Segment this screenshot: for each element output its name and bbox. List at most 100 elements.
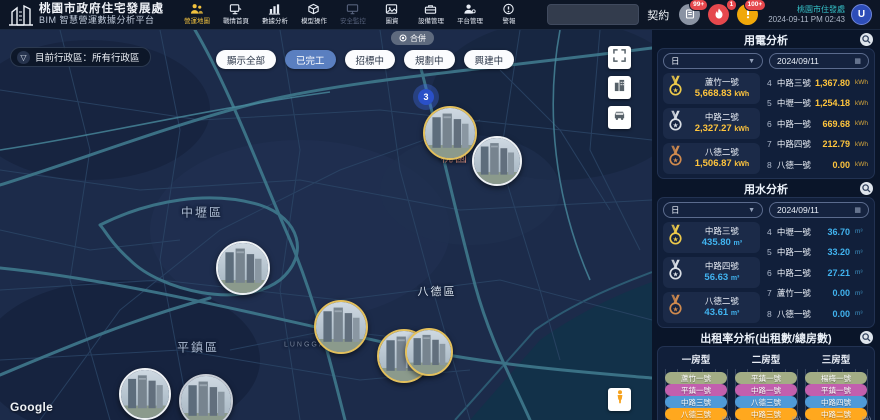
- building-marker-2[interactable]: [472, 136, 522, 186]
- rental-bar[interactable]: 平鎮一號: [665, 384, 727, 396]
- nav-item-2[interactable]: 戰情首頁: [217, 0, 254, 30]
- app-logo: 桃園市政府住宅發展處 BIM 智慧營運數據分析平台: [0, 3, 164, 27]
- nav-item-1[interactable]: 營運地圖: [178, 0, 215, 30]
- usage-value: 36.70: [814, 227, 850, 237]
- fullscreen-map-button[interactable]: [608, 46, 631, 69]
- rank-number: 5: [765, 247, 774, 257]
- rental-bar[interactable]: 中路二號: [805, 408, 867, 420]
- electricity-rank-row-4[interactable]: 4中路三號1,367.80kWh: [765, 74, 869, 91]
- user-gear-icon: [463, 3, 476, 15]
- main-nav: 營運地圖戰情首頁數據分析模型操作安全監控圖資設備管理平台管理警報: [178, 0, 527, 30]
- car-map-button[interactable]: [608, 106, 631, 129]
- electricity-rank-row-6[interactable]: 6中路一號669.68kWh: [765, 115, 869, 132]
- building-name: 中路二號: [688, 112, 756, 123]
- water-rank-row-6[interactable]: 6中路二號27.21m³: [765, 264, 869, 281]
- usage-value: 2,327.27 kWh: [688, 123, 756, 135]
- electricity-rank-row-7[interactable]: 7中路四號212.79kWh: [765, 136, 869, 153]
- model-cube-icon: [307, 3, 320, 15]
- building-marker-8[interactable]: [179, 374, 233, 420]
- rental-title: 出租率分析(出租數/總房數): [700, 330, 831, 346]
- nav-item-9[interactable]: 警報: [490, 0, 527, 30]
- nav-item-8[interactable]: 平台管理: [451, 0, 488, 30]
- fire-alarm-badge-button[interactable]: 1: [708, 4, 729, 25]
- building-marker-7[interactable]: [119, 368, 171, 420]
- nav-item-3[interactable]: 數據分析: [256, 0, 293, 30]
- water-medal-3[interactable]: ★八德二號43.61 m³: [663, 292, 760, 323]
- water-date-picker[interactable]: 2024/09/11▦: [769, 202, 869, 218]
- usage-unit: kWh: [855, 100, 869, 107]
- electricity-medal-3[interactable]: ★八德二號1,506.87 kWh: [663, 143, 760, 174]
- building-name: 中路三號: [688, 226, 756, 237]
- map-background: [0, 30, 652, 420]
- medal-icon: ★: [667, 74, 684, 103]
- pegman-map-button[interactable]: [608, 388, 631, 411]
- usage-value: 212.79: [814, 139, 850, 149]
- warning-badge-button[interactable]: 100+: [737, 4, 758, 25]
- merge-toggle[interactable]: 合併: [391, 31, 434, 45]
- water-period-select[interactable]: 日▼: [663, 202, 763, 218]
- gridline: [867, 369, 868, 420]
- water-rank-row-8[interactable]: 8八德一號0.00m³: [765, 305, 869, 322]
- rental-bar[interactable]: 中路三號: [735, 408, 797, 420]
- current-district-button[interactable]: ▽ 目前行政區：所有行政區: [10, 47, 151, 67]
- rental-bar[interactable]: 八德三號: [735, 396, 797, 408]
- usage-unit: m³: [855, 290, 869, 297]
- usage-unit: kWh: [855, 120, 869, 127]
- electricity-zoom-icon[interactable]: [860, 33, 873, 46]
- rental-bar[interactable]: 蘆竹一號: [665, 372, 727, 384]
- map-canvas[interactable]: 桃園中壢區平鎮區八德區LUNGGANG 3 ▽ 目前行政區：所有行政區 合併 顯…: [0, 30, 652, 420]
- electricity-rank-row-5[interactable]: 5中壢一號1,254.18kWh: [765, 95, 869, 112]
- building-name: 八德一號: [777, 308, 811, 320]
- rental-bar[interactable]: 八德三號: [665, 408, 727, 420]
- filter-chip-3[interactable]: 招標中: [345, 50, 396, 69]
- nav-item-6[interactable]: 圖資: [373, 0, 410, 30]
- electricity-rank-row-8[interactable]: 8八德一號0.00kWh: [765, 156, 869, 173]
- building-marker-4[interactable]: [314, 300, 368, 354]
- rental-zoom-icon[interactable]: [860, 331, 873, 344]
- rental-bar[interactable]: 楊梅一號: [805, 372, 867, 384]
- filter-chip-4[interactable]: 規劃中: [404, 50, 455, 69]
- water-medal-2[interactable]: ★中路四號56.63 m³: [663, 257, 760, 288]
- building-name: 中路二號: [777, 267, 811, 279]
- contract-doc-badge-button[interactable]: 99+: [679, 4, 700, 25]
- usage-value: 1,367.80: [814, 78, 850, 88]
- nav-item-4[interactable]: 模型操作: [295, 0, 332, 30]
- header-search-input[interactable]: [547, 4, 639, 25]
- building-name: 八德一號: [777, 159, 811, 171]
- rental-column-1: 一房型蘆竹一號平鎮一號中路三號八德三號(%)020406080100: [665, 352, 727, 420]
- user-avatar[interactable]: U: [851, 4, 872, 25]
- svg-text:★: ★: [672, 236, 678, 243]
- water-rank-row-4[interactable]: 4中壢一號36.70m³: [765, 223, 869, 240]
- building-marker-3[interactable]: [216, 241, 270, 295]
- filter-chip-5[interactable]: 興建中: [464, 50, 515, 69]
- rental-bar[interactable]: 中路三號: [665, 396, 727, 408]
- water-rank-row-5[interactable]: 5中路一號33.20m³: [765, 244, 869, 261]
- water-medal-1[interactable]: ★ 中路三號435.80 m³: [663, 222, 760, 253]
- building-name: 中路四號: [688, 261, 756, 272]
- app-root: 桃園市政府住宅發展處 BIM 智慧營運數據分析平台 營運地圖戰情首頁數據分析模型…: [0, 0, 880, 420]
- electricity-period-select[interactable]: 日▼: [663, 53, 763, 69]
- building-marker-1[interactable]: [423, 106, 477, 160]
- building-name: 中路四號: [777, 138, 811, 150]
- nav-item-7[interactable]: 設備管理: [412, 0, 449, 30]
- water-rank-row-7[interactable]: 7蘆竹一號0.00m³: [765, 285, 869, 302]
- filter-chip-1[interactable]: 顯示全部: [216, 50, 276, 69]
- building-name: 中壢一號: [777, 97, 811, 109]
- rental-bar[interactable]: 平鎮一號: [735, 372, 797, 384]
- filter-chip-2[interactable]: 已完工: [285, 50, 336, 69]
- building-marker-6[interactable]: [405, 328, 453, 376]
- water-zoom-icon[interactable]: [860, 182, 873, 195]
- map-cluster-marker[interactable]: 3: [413, 84, 439, 110]
- buildings-map-button[interactable]: [608, 76, 631, 99]
- pegman-icon: [614, 390, 626, 409]
- rental-bar[interactable]: 中路四號: [805, 396, 867, 408]
- usage-value: 0.00: [814, 160, 850, 170]
- gridline: [797, 369, 798, 420]
- rental-bar[interactable]: 平鎮一號: [805, 384, 867, 396]
- electricity-medal-2[interactable]: ★中路二號2,327.27 kWh: [663, 108, 760, 139]
- electricity-date-picker[interactable]: 2024/09/11▦: [769, 53, 869, 69]
- rental-bar[interactable]: 中路一號: [735, 384, 797, 396]
- merge-label: 合併: [410, 33, 426, 44]
- electricity-medal-1[interactable]: ★蘆竹一號5,668.83 kWh: [663, 73, 760, 104]
- usage-value: 435.80 m³: [688, 237, 756, 249]
